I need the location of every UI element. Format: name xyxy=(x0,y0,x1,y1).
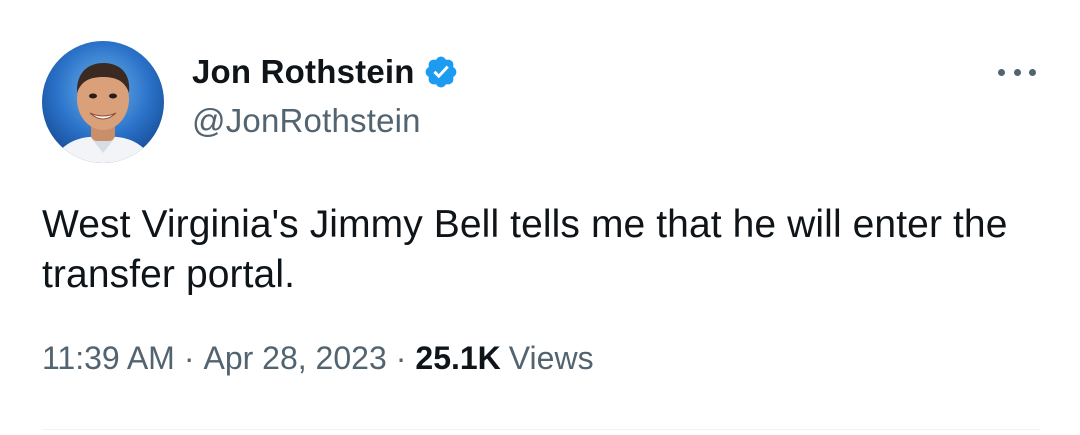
verified-badge-icon[interactable] xyxy=(423,54,459,90)
views-label: Views xyxy=(508,340,594,376)
more-dot-icon xyxy=(1029,68,1036,76)
tweet-card: Jon Rothstein @JonRothstein West Virgini… xyxy=(0,0,1080,435)
meta-separator: · xyxy=(395,340,407,376)
tweet-text: West Virginia's Jimmy Bell tells me that… xyxy=(42,203,1008,296)
more-dot-icon xyxy=(1013,68,1021,76)
meta-separator: · xyxy=(183,340,195,376)
more-options-icon[interactable] xyxy=(998,62,1036,82)
views-count[interactable]: 25.1K xyxy=(415,340,500,377)
author-handle[interactable]: @JonRothstein xyxy=(192,102,421,140)
tweet-date[interactable]: Apr 28, 2023 xyxy=(203,340,386,377)
avatar[interactable] xyxy=(42,41,164,163)
more-dot-icon xyxy=(998,68,1005,76)
author-display-name[interactable]: Jon Rothstein xyxy=(192,53,415,91)
author-name-row[interactable]: Jon Rothstein xyxy=(192,50,459,94)
tweet-meta: 11:39 AM · Apr 28, 2023 · 25.1K Views xyxy=(42,340,594,377)
divider xyxy=(42,429,1040,430)
tweet-time[interactable]: 11:39 AM xyxy=(42,340,175,377)
